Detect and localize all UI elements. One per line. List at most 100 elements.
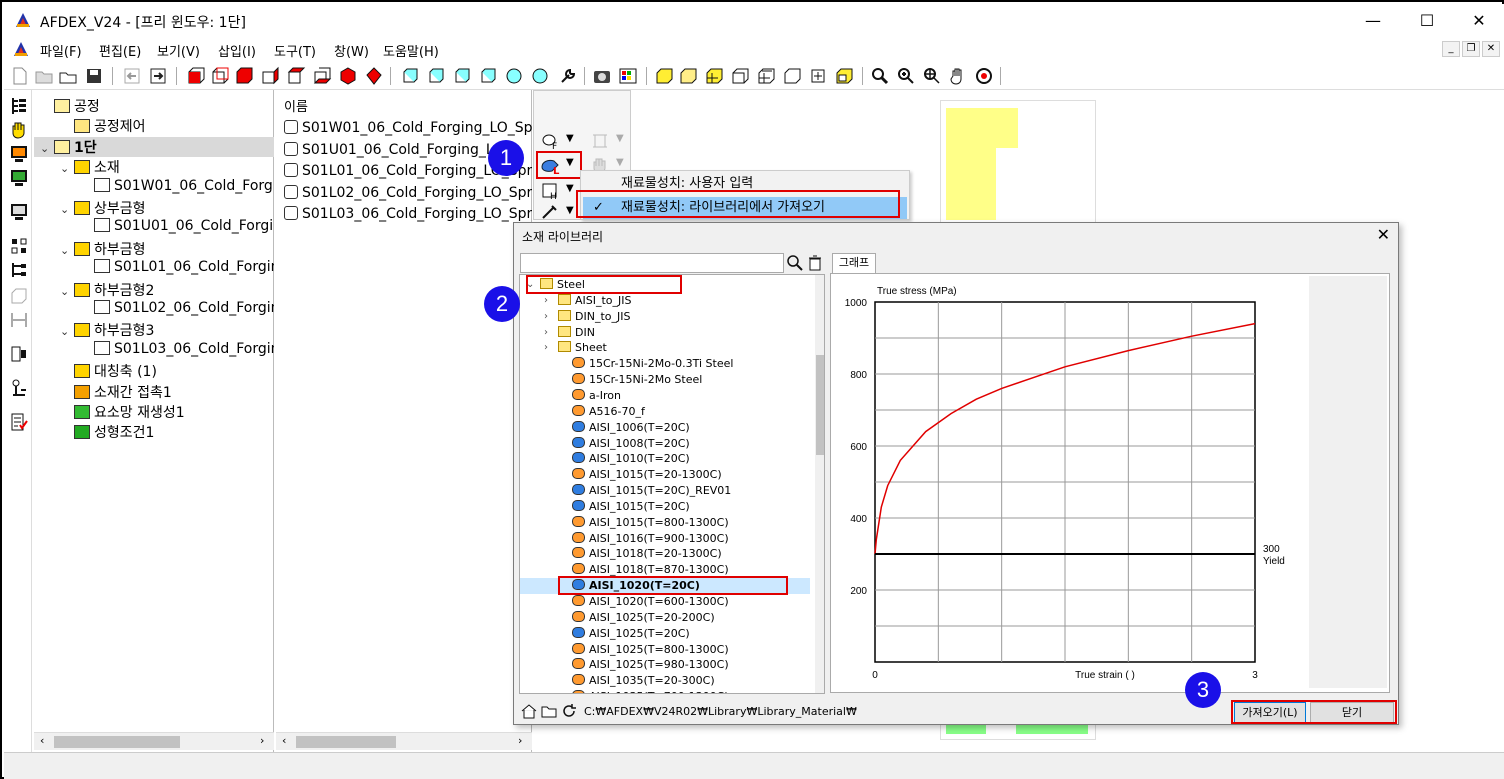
menu-help[interactable]: 도움말(H)	[383, 41, 439, 60]
view-iso-icon[interactable]	[338, 66, 358, 86]
tree-item[interactable]: 소재간 접촉1	[34, 382, 274, 402]
material-item[interactable]: AISI_1008(T=20C)	[520, 436, 810, 452]
material-item[interactable]: A516-70_f	[520, 404, 810, 420]
afdex-menu-logo-icon[interactable]	[12, 40, 30, 58]
tree-item[interactable]: S01L03_06_Cold_Forgin	[34, 340, 274, 361]
tree-item[interactable]: 공정	[34, 96, 274, 116]
menu-file[interactable]: 파일(F)	[40, 41, 82, 60]
chevron-down-icon[interactable]: ⌄	[60, 244, 74, 257]
monitor-result-icon[interactable]	[9, 202, 29, 222]
tree-item[interactable]: S01L02_06_Cold_Forgin	[34, 300, 274, 320]
maximize-button[interactable]: ☐	[1404, 6, 1450, 36]
material-folder[interactable]: › AISI_to_JIS	[520, 293, 810, 309]
scroll-thumb[interactable]	[54, 736, 180, 748]
material-item[interactable]: AISI_1035(T=700-1300C)	[520, 689, 810, 693]
material-item[interactable]: AISI_1025(T=20C)	[520, 626, 810, 642]
tree-item[interactable]: ⌄ 소재	[34, 157, 274, 177]
tree-item[interactable]: S01W01_06_Cold_Forgi	[34, 177, 274, 198]
view-bottom-icon[interactable]	[312, 66, 332, 86]
color-palette-icon[interactable]	[618, 66, 638, 86]
mesh-icon[interactable]	[756, 66, 776, 86]
scroll-right-arrow-icon[interactable]: ›	[518, 734, 522, 747]
chevron-down-icon[interactable]: ⌄	[60, 325, 74, 338]
export-icon[interactable]	[148, 66, 168, 86]
material-property-icon[interactable]: F	[540, 131, 560, 151]
minimize-button[interactable]: —	[1350, 6, 1396, 36]
tree-item[interactable]: S01U01_06_Cold_Forgi	[34, 218, 274, 238]
menu-view[interactable]: 보기(V)	[157, 41, 200, 60]
dropdown-arrow-icon[interactable]: ▼	[616, 157, 624, 168]
material-item[interactable]: 15Cr-15Ni-2Mo Steel	[520, 372, 810, 388]
scroll-left-arrow-icon[interactable]: ‹	[40, 734, 44, 747]
material-item[interactable]: AISI_1010(T=20C)	[520, 451, 810, 467]
material-item[interactable]: AISI_1025(T=800-1300C)	[520, 642, 810, 658]
zoom-in-icon[interactable]	[896, 66, 916, 86]
save-icon[interactable]	[84, 66, 104, 86]
list-horizontal-scrollbar[interactable]: ‹ ›	[276, 732, 532, 750]
material-item[interactable]: AISI_1035(T=20-300C)	[520, 673, 810, 689]
refresh-icon[interactable]	[560, 702, 578, 720]
folder-icon[interactable]	[540, 702, 558, 720]
scroll-right-arrow-icon[interactable]: ›	[260, 734, 264, 747]
chevron-right-icon[interactable]: ›	[544, 325, 548, 341]
mdi-close-button[interactable]: ✕	[1482, 41, 1500, 57]
material-item[interactable]: AISI_1020(T=600-1300C)	[520, 594, 810, 610]
mdi-minimize-button[interactable]: _	[1442, 41, 1460, 57]
zoom-window-icon[interactable]	[922, 66, 942, 86]
home-icon[interactable]	[520, 702, 538, 720]
material-item[interactable]: AISI_1016(T=900-1300C)	[520, 531, 810, 547]
checklist-icon[interactable]	[9, 412, 29, 432]
heat-material-icon[interactable]: H	[540, 181, 560, 201]
material-item[interactable]: AISI_1006(T=20C)	[520, 420, 810, 436]
close-button[interactable]: ✕	[1456, 6, 1502, 36]
chevron-down-icon[interactable]: ⌄	[60, 285, 74, 298]
cube-disabled-icon[interactable]	[9, 286, 29, 306]
view-iso2-icon[interactable]	[364, 66, 384, 86]
pan-hand-icon[interactable]	[948, 66, 968, 86]
menu-window[interactable]: 창(W)	[334, 41, 369, 60]
shade-solid-icon[interactable]	[654, 66, 674, 86]
scroll-left-arrow-icon[interactable]: ‹	[282, 734, 286, 747]
rotate-x-icon[interactable]	[400, 66, 420, 86]
monitor-color-icon[interactable]	[9, 144, 29, 164]
dropdown-arrow-icon[interactable]: ▼	[566, 157, 574, 168]
tree-item[interactable]: ⌄ 하부금형2	[34, 280, 274, 300]
import-icon[interactable]	[122, 66, 142, 86]
wireframe-icon[interactable]	[730, 66, 750, 86]
rotate-ccw-icon[interactable]	[504, 66, 524, 86]
open-file-icon[interactable]	[34, 66, 54, 86]
measure-disabled-icon[interactable]	[9, 310, 29, 330]
tree-item[interactable]: 성형조건1	[34, 422, 274, 442]
tree-item[interactable]: ⌄ 하부금형	[34, 239, 274, 259]
monitor-chart-icon[interactable]	[9, 168, 29, 188]
shade-outline-icon[interactable]	[678, 66, 698, 86]
pick-icon[interactable]	[974, 66, 994, 86]
material-item[interactable]: AISI_1015(T=20C)_REV01	[520, 483, 810, 499]
list-item[interactable]: S01U01_06_Cold_Forging_LO_	[284, 141, 511, 164]
tree-view-icon[interactable]	[9, 96, 29, 116]
material-item[interactable]: AISI_1015(T=20-1300C)	[520, 467, 810, 483]
tree-item[interactable]: 요소망 재생성1	[34, 402, 274, 422]
transform-icon[interactable]	[808, 66, 828, 86]
tree-item[interactable]: ⌄ 상부금형	[34, 198, 274, 218]
material-item[interactable]: 15Cr-15Ni-2Mo-0.3Ti Steel	[520, 356, 810, 372]
section-icon[interactable]	[834, 66, 854, 86]
chevron-down-icon[interactable]: ⌄	[60, 203, 74, 216]
new-file-icon[interactable]	[10, 66, 30, 86]
material-item[interactable]: AISI_1018(T=20-1300C)	[520, 546, 810, 562]
dropdown-arrow-icon[interactable]: ▼	[566, 183, 574, 194]
view-top-icon[interactable]	[286, 66, 306, 86]
pointer-tool-icon[interactable]	[9, 378, 29, 398]
dropdown-arrow-icon[interactable]: ▼	[616, 133, 624, 144]
scroll-thumb[interactable]	[296, 736, 396, 748]
die-disabled-icon[interactable]	[590, 131, 610, 151]
list-item[interactable]: S01W01_06_Cold_Forging_LO_Spring	[284, 120, 560, 142]
tree-item[interactable]: 공정제어	[34, 116, 274, 136]
tree-item[interactable]: 대칭축 (1)	[34, 361, 274, 381]
dialog-close-button[interactable]: ✕	[1377, 225, 1390, 244]
material-item[interactable]: AISI_1025(T=980-1300C)	[520, 657, 810, 673]
rotate-cw-icon[interactable]	[530, 66, 550, 86]
probe-icon[interactable]	[9, 344, 29, 364]
menu-insert[interactable]: 삽입(I)	[218, 41, 256, 60]
material-search-input[interactable]	[520, 253, 784, 273]
